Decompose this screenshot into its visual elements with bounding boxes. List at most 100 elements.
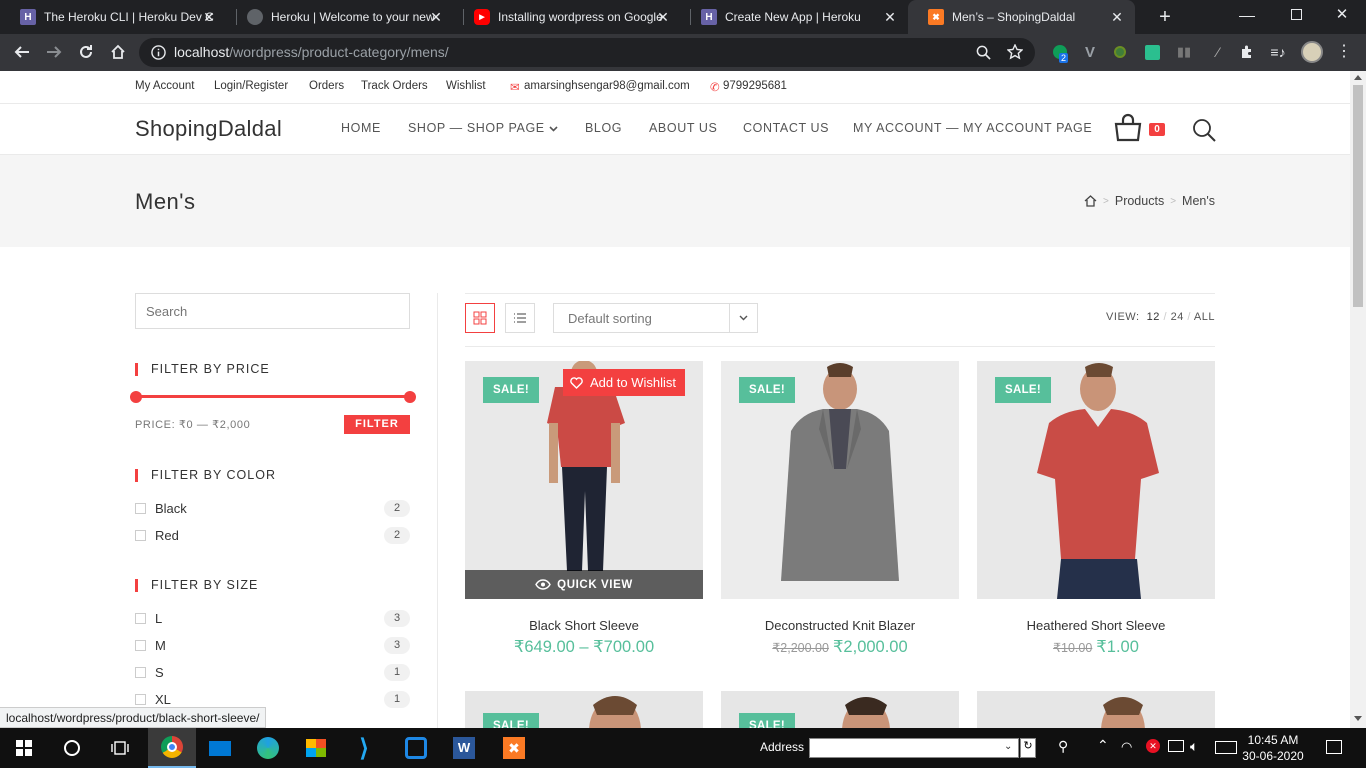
extension-icon[interactable] [1106,38,1134,66]
chevron-down-icon[interactable]: ⌄ [1004,741,1012,752]
notifications-icon[interactable] [1326,740,1342,754]
close-tab-icon[interactable]: ✕ [655,9,671,25]
product-name[interactable]: Black Short Sleeve [465,618,703,633]
color-filter-red[interactable]: Red 2 [135,527,410,544]
checkbox[interactable] [135,640,146,651]
back-button[interactable] [8,38,36,66]
contact-phone[interactable]: 9799295681 [723,80,787,92]
product-name[interactable]: Heathered Short Sleeve [977,618,1215,633]
checkbox[interactable] [135,530,146,541]
checkbox[interactable] [135,694,146,705]
puzzle-extensions-icon[interactable] [1233,38,1261,66]
size-filter-s[interactable]: S 1 [135,664,410,681]
filter-label[interactable]: Red [155,528,179,543]
product-image[interactable]: SALE! [977,361,1215,599]
word-taskbar-app[interactable]: W [440,728,488,768]
size-filter-l[interactable]: L 3 [135,610,410,627]
vimeo-extension-icon[interactable]: V [1076,38,1104,66]
task-view-button[interactable] [96,728,144,768]
breadcrumb-products[interactable]: Products [1115,194,1164,208]
nav-about-us[interactable]: ABOUT US [649,121,717,135]
close-tab-icon[interactable]: ✕ [1109,9,1125,25]
store-taskbar-app[interactable] [292,728,340,768]
home-icon[interactable] [1084,195,1097,207]
product-card[interactable] [977,691,1215,728]
mail-taskbar-app[interactable] [196,728,244,768]
new-tab-button[interactable]: + [1153,6,1177,28]
price-slider-track[interactable] [136,395,410,398]
color-picker-extension-icon[interactable]: ⁄ [1204,38,1232,66]
edge-taskbar-app[interactable] [244,728,292,768]
scroll-up-icon[interactable] [1354,75,1362,80]
chrome-taskbar-app[interactable] [148,728,196,768]
start-button[interactable] [0,728,48,768]
orders-link[interactable]: Orders [309,80,344,92]
taskbar-clock[interactable]: 10:45 AM 30-06-2020 [1238,732,1308,764]
address-bar[interactable]: localhost/wordpress/product-category/men… [139,38,1035,67]
chart-extension-icon[interactable]: ▮▮ [1170,38,1198,66]
nav-my-account[interactable]: MY ACCOUNT — MY ACCOUNT PAGE [853,121,1092,135]
profile-avatar[interactable] [1298,38,1326,66]
chevron-up-icon[interactable]: ⌃ [1097,737,1109,754]
product-name[interactable]: Deconstructed Knit Blazer [721,618,959,633]
checkbox[interactable] [135,503,146,514]
home-button[interactable] [104,38,132,66]
page-scrollbar[interactable] [1350,71,1366,728]
close-window-button[interactable]: ✕ [1334,5,1350,23]
search-icon[interactable] [1192,118,1216,142]
filter-label[interactable]: M [155,638,166,653]
people-icon[interactable]: ⚲ [1058,738,1068,755]
close-tab-icon[interactable]: ✕ [201,9,217,25]
battery-icon[interactable] [1168,740,1184,752]
network-icon[interactable]: ◠ [1121,739,1132,755]
product-image[interactable]: SALE! Add to Wishlist QUICK VIEW [465,361,703,599]
url-text[interactable]: localhost/wordpress/product-category/men… [174,44,449,60]
checkbox[interactable] [135,613,146,624]
volume-icon[interactable]: 🔈︎ [1190,738,1198,755]
product-card[interactable]: SALE! [721,691,959,728]
site-logo[interactable]: ShopingDaldal [135,116,282,142]
file-explorer-taskbar-app[interactable] [392,728,440,768]
close-tab-icon[interactable]: ✕ [428,9,444,25]
nav-home[interactable]: HOME [341,121,381,135]
forward-button[interactable] [40,38,68,66]
browser-tab[interactable]: H Create New App | Heroku ✕ [681,0,908,34]
color-filter-black[interactable]: Black 2 [135,500,410,517]
size-filter-xl[interactable]: XL 1 [135,691,410,708]
product-card[interactable]: SALE! [465,691,703,728]
view-12-link[interactable]: 12 [1147,311,1160,323]
product-image[interactable]: SALE! [721,361,959,599]
grid-view-button[interactable] [465,303,495,333]
address-toolbar-input[interactable]: ⌄ [809,738,1019,758]
media-control-icon[interactable]: ≡♪ [1264,38,1292,66]
browser-tab[interactable]: ▶ Installing wordpress on Google ✕ [454,0,681,34]
view-all-link[interactable]: ALL [1194,311,1215,323]
xampp-taskbar-app[interactable]: ✖ [490,728,538,768]
reload-button[interactable] [72,38,100,66]
filter-label[interactable]: L [155,611,162,626]
product-search-input[interactable] [135,293,410,329]
maximize-window-button[interactable] [1291,9,1302,20]
wishlist-link[interactable]: Wishlist [446,80,486,92]
view-24-link[interactable]: 24 [1171,311,1184,323]
scrollbar-thumb[interactable] [1353,85,1363,307]
filter-button[interactable]: FILTER [344,415,410,434]
cortana-search-button[interactable] [48,728,96,768]
track-orders-link[interactable]: Track Orders [361,80,428,92]
filter-label[interactable]: Black [155,501,187,516]
browser-tab-active[interactable]: ✖ Men’s – ShopingDaldal ✕ [908,0,1135,34]
keyboard-icon[interactable] [1215,741,1237,754]
cart-button[interactable]: 0 [1113,113,1169,145]
minimize-window-button[interactable] [1239,8,1255,24]
login-register-link[interactable]: Login/Register [214,80,288,92]
extension-icon[interactable]: 2 [1046,38,1074,66]
sorting-select[interactable]: Default sorting [553,303,758,333]
defender-warning-icon[interactable]: ✕ [1146,739,1160,753]
nav-contact-us[interactable]: CONTACT US [743,121,829,135]
go-arrow-icon[interactable]: ↻ [1020,738,1036,758]
nav-shop[interactable]: SHOP — SHOP PAGE [408,121,545,135]
browser-tab[interactable]: H The Heroku CLI | Heroku Dev C ✕ [0,0,227,34]
my-account-link[interactable]: My Account [135,80,194,92]
nav-blog[interactable]: BLOG [585,121,622,135]
checkbox[interactable] [135,667,146,678]
